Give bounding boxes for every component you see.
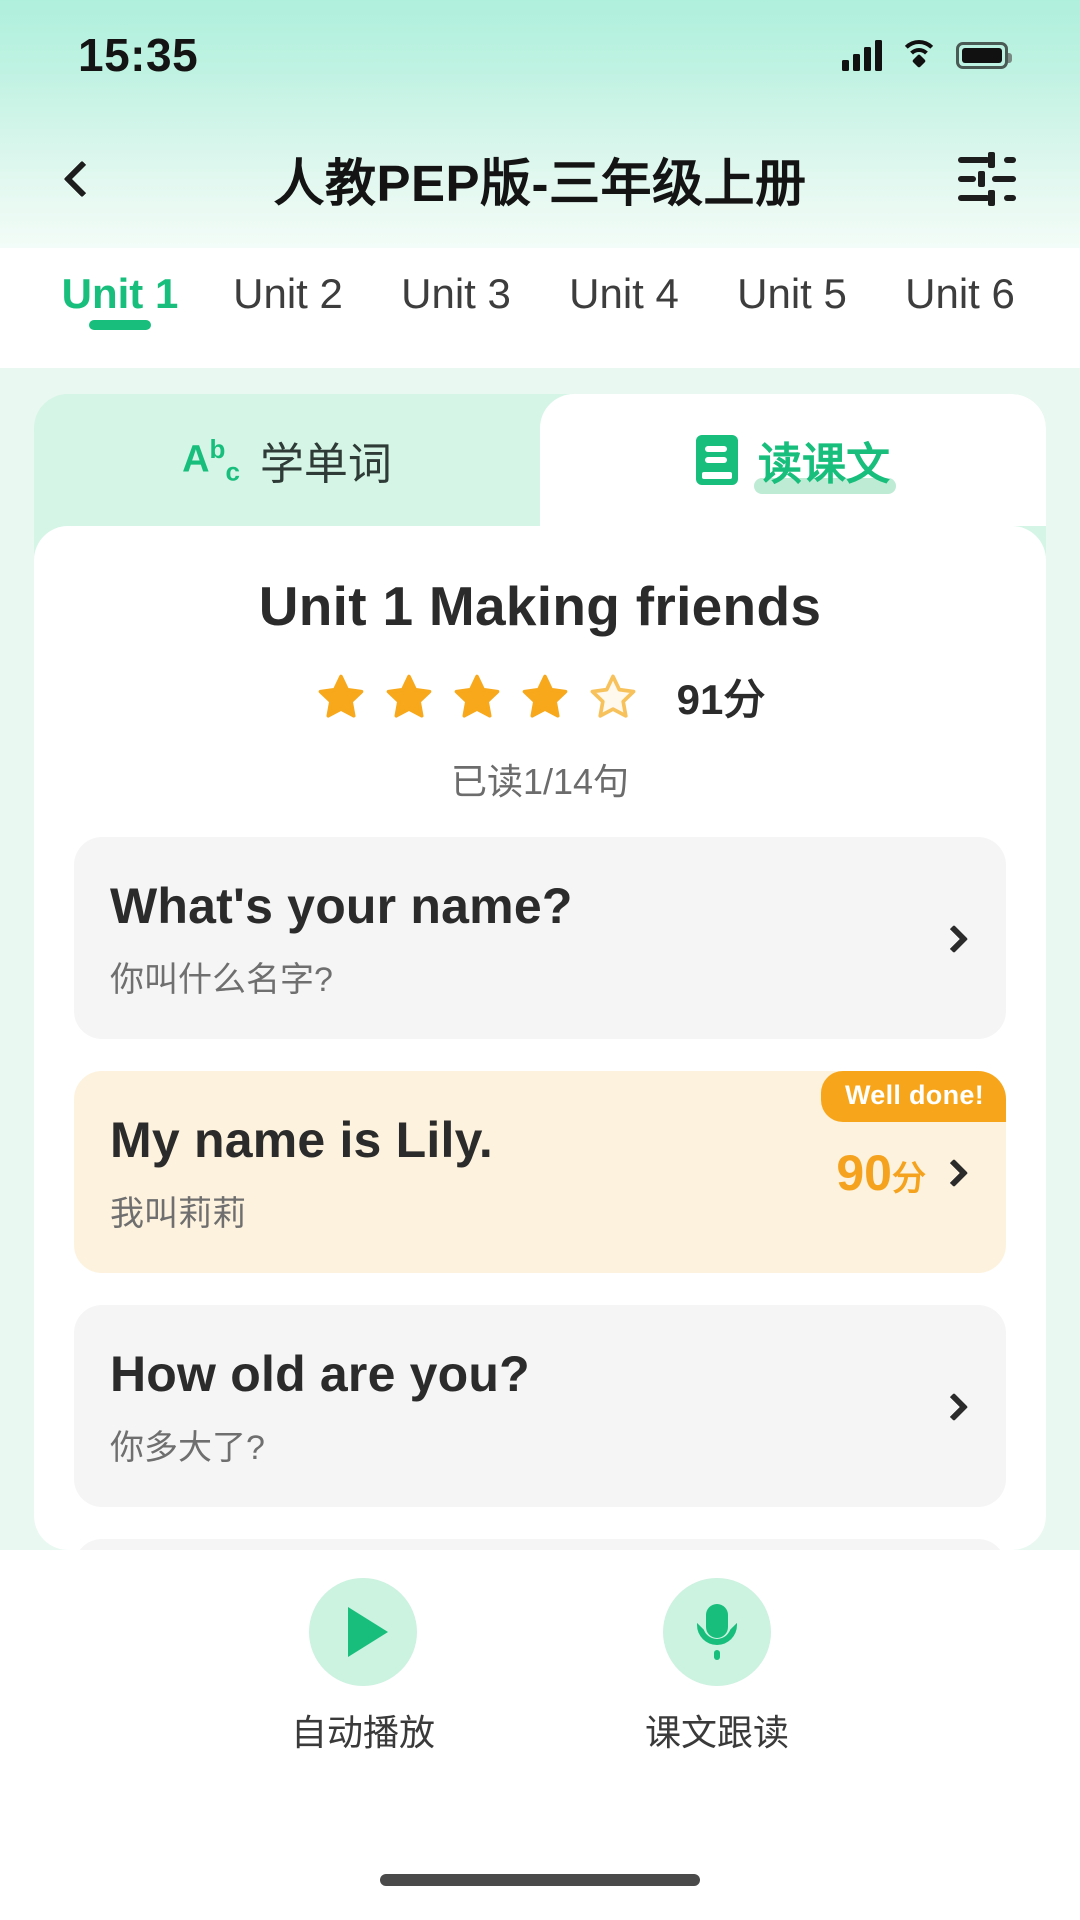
back-button[interactable] xyxy=(44,141,120,217)
app-header: 15:35 人教PEP版-三年级上册 xyxy=(0,0,1080,248)
star-icon-filled-1 xyxy=(315,671,367,723)
unit-tab-bar: Unit 1 Unit 2 Unit 3 Unit 4 Unit 5 Unit … xyxy=(0,248,1080,368)
sentence-english: What's your name? xyxy=(110,877,944,936)
home-indicator-area xyxy=(0,1840,1080,1920)
sentence-score-value: 90 xyxy=(836,1145,892,1201)
chevron-right-icon xyxy=(940,925,968,953)
auto-play-circle xyxy=(309,1578,417,1686)
battery-full-icon xyxy=(956,42,1008,69)
settings-button[interactable] xyxy=(948,141,1024,217)
sentence-english: My name is Lily. xyxy=(110,1111,836,1170)
status-icons xyxy=(842,39,1008,71)
sentence-card[interactable]: What's your name? 你叫什么名字? xyxy=(74,837,1006,1039)
sentence-score: 90分 xyxy=(836,1144,926,1202)
status-time: 15:35 xyxy=(78,28,198,82)
wifi-icon xyxy=(899,40,939,71)
sentence-right xyxy=(944,929,970,949)
star-icon-filled-4 xyxy=(519,671,571,723)
sentence-card[interactable]: I'm ten years old. xyxy=(74,1539,1006,1550)
play-icon xyxy=(348,1607,388,1657)
mode-tab-learn-words[interactable]: Abc 学单词 xyxy=(34,394,540,526)
star-icon-filled-2 xyxy=(383,671,435,723)
unit-tab-1[interactable]: Unit 1 xyxy=(36,248,204,318)
page-title: 人教PEP版-三年级上册 xyxy=(0,142,1080,216)
signal-bars-icon xyxy=(842,39,882,71)
abc-icon: Abc xyxy=(182,436,240,484)
sentence-right: 90分 xyxy=(836,1144,970,1202)
star-icon-filled-3 xyxy=(451,671,503,723)
bottom-action-bar: 自动播放 课文跟读 xyxy=(0,1550,1080,1840)
sliders-icon xyxy=(958,155,1014,203)
read-along-button[interactable]: 课文跟读 xyxy=(645,1578,789,1756)
unit-tab-4[interactable]: Unit 4 xyxy=(540,248,708,318)
lesson-score: 91分 xyxy=(677,666,766,727)
unit-tab-6[interactable]: Unit 6 xyxy=(876,248,1044,318)
lesson-content-card: Unit 1 Making friends 91分 已读1/14句 What's… xyxy=(34,526,1046,1550)
sentence-card[interactable]: How old are you? 你多大了? xyxy=(74,1305,1006,1507)
read-along-circle xyxy=(663,1578,771,1686)
chevron-left-icon xyxy=(64,161,101,198)
unit-tab-2[interactable]: Unit 2 xyxy=(204,248,372,318)
lesson-panel: Abc 学单词 读课文 Unit 1 Making friends 91分 xyxy=(34,394,1046,1550)
lesson-progress: 已读1/14句 xyxy=(74,753,1006,805)
mode-tab-learn-words-label: 学单词 xyxy=(260,428,392,492)
auto-play-label: 自动播放 xyxy=(291,1704,435,1756)
sentence-texts: How old are you? 你多大了? xyxy=(110,1345,944,1469)
sentence-chinese: 我叫莉莉 xyxy=(110,1186,836,1235)
sentence-right xyxy=(944,1397,970,1417)
status-bar: 15:35 xyxy=(0,0,1080,110)
sentence-texts: My name is Lily. 我叫莉莉 xyxy=(110,1111,836,1235)
sentence-list: What's your name? 你叫什么名字? Well done! My … xyxy=(74,837,1006,1550)
sentence-chinese: 你多大了? xyxy=(110,1420,944,1469)
book-icon xyxy=(696,435,738,485)
auto-play-button[interactable]: 自动播放 xyxy=(291,1578,435,1756)
star-icon-empty-5 xyxy=(587,671,639,723)
phone-screen: 15:35 人教PEP版-三年级上册 xyxy=(0,0,1080,1920)
mode-tab-bar: Abc 学单词 读课文 xyxy=(34,394,1046,526)
content-area: Abc 学单词 读课文 Unit 1 Making friends 91分 xyxy=(0,368,1080,1550)
read-along-label: 课文跟读 xyxy=(645,1704,789,1756)
sentence-chinese: 你叫什么名字? xyxy=(110,952,944,1001)
sentence-card[interactable]: Well done! My name is Lily. 我叫莉莉 90分 xyxy=(74,1071,1006,1273)
home-indicator[interactable] xyxy=(380,1874,700,1886)
chevron-right-icon xyxy=(940,1159,968,1187)
sentence-english: How old are you? xyxy=(110,1345,944,1404)
status-badge: Well done! xyxy=(821,1071,1006,1122)
chevron-right-icon xyxy=(940,1393,968,1421)
mode-tab-read-text[interactable]: 读课文 xyxy=(540,394,1046,526)
unit-tab-5[interactable]: Unit 5 xyxy=(708,248,876,318)
mode-tab-read-text-label: 读课文 xyxy=(758,428,890,492)
sentence-texts: What's your name? 你叫什么名字? xyxy=(110,877,944,1001)
rating-row: 91分 xyxy=(74,666,1006,727)
microphone-icon xyxy=(694,1604,740,1660)
unit-tab-3[interactable]: Unit 3 xyxy=(372,248,540,318)
lesson-title: Unit 1 Making friends xyxy=(74,574,1006,638)
sentence-score-unit: 分 xyxy=(892,1160,926,1198)
navigation-bar: 人教PEP版-三年级上册 xyxy=(0,110,1080,248)
